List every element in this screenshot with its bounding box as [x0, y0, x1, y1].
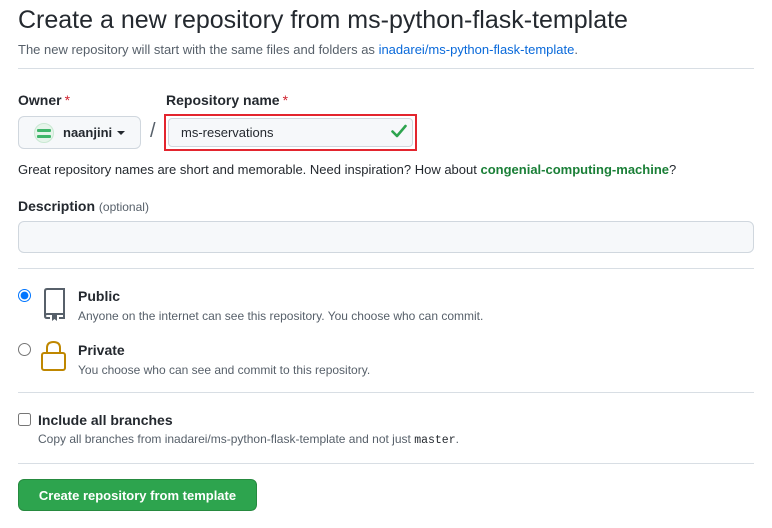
page-title: Create a new repository from ms-python-f…	[18, 6, 628, 34]
private-description: You choose who can see and commit to thi…	[78, 363, 371, 377]
divider	[18, 268, 754, 269]
name-hint: Great repository names are short and mem…	[18, 162, 676, 177]
owner-dropdown[interactable]: naanjini	[18, 116, 141, 149]
divider	[18, 68, 754, 69]
owner-repo-separator: /	[150, 120, 156, 142]
divider	[18, 392, 754, 393]
avatar	[34, 122, 54, 143]
description-label: Description (optional)	[18, 198, 149, 214]
page-subtitle: The new repository will start with the s…	[18, 42, 578, 57]
repo-name-input[interactable]	[168, 118, 413, 147]
include-branches-label: Include all branches	[38, 412, 173, 428]
owner-label: Owner *	[18, 92, 70, 108]
owner-name: naanjini	[63, 125, 113, 140]
branches-desc-text: Copy all branches from inadarei/ms-pytho…	[38, 432, 411, 446]
caret-down-icon	[117, 130, 126, 135]
owner-label-text: Owner	[18, 92, 62, 108]
private-radio[interactable]	[18, 343, 31, 356]
repo-name-label-text: Repository name	[166, 92, 280, 108]
divider	[18, 463, 754, 464]
branch-name-code: master	[414, 434, 456, 447]
public-description: Anyone on the internet can see this repo…	[78, 309, 484, 323]
owner-required-mark: *	[64, 92, 71, 108]
private-label: Private	[78, 342, 125, 358]
repo-required-mark: *	[282, 92, 289, 108]
include-branches-checkbox[interactable]	[18, 413, 31, 426]
repo-book-icon	[44, 288, 65, 321]
name-hint-end: ?	[669, 162, 677, 177]
subtitle-period: .	[574, 42, 578, 57]
include-branches-description: Copy all branches from inadarei/ms-pytho…	[38, 432, 459, 447]
description-label-text: Description	[18, 198, 96, 214]
repo-name-label: Repository name *	[166, 92, 288, 108]
public-label: Public	[78, 288, 121, 304]
name-hint-text: Great repository names are short and mem…	[18, 162, 477, 177]
check-icon	[391, 124, 407, 138]
branches-desc-end: .	[455, 432, 459, 446]
repo-name-highlight	[164, 114, 417, 151]
create-repository-button[interactable]: Create repository from template	[18, 479, 257, 511]
template-link[interactable]: inadarei/ms-python-flask-template	[379, 42, 575, 57]
description-optional: (optional)	[98, 200, 149, 214]
subtitle-text: The new repository will start with the s…	[18, 42, 375, 57]
name-suggestion[interactable]: congenial-computing-machine	[480, 162, 669, 177]
lock-icon	[41, 340, 66, 371]
description-input[interactable]	[18, 221, 754, 253]
public-radio[interactable]	[18, 289, 31, 302]
